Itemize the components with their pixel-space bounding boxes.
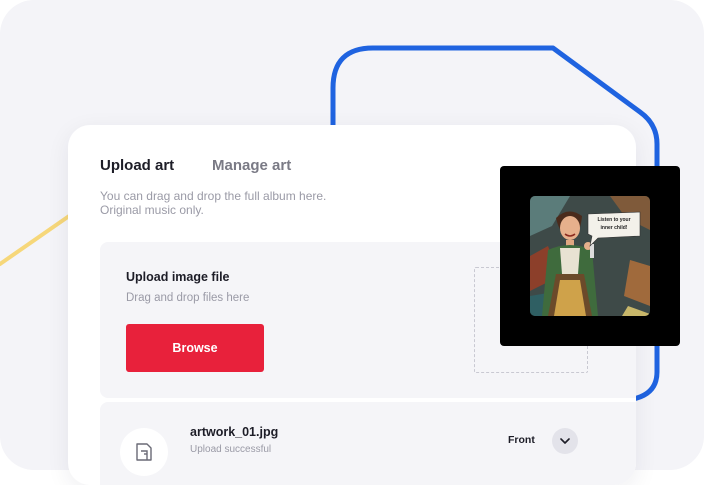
tab-upload-art[interactable]: Upload art xyxy=(100,157,174,174)
file-name: artwork_01.jpg xyxy=(190,425,279,439)
upload-subtitle: Drag and drop files here xyxy=(126,292,250,304)
uploaded-file-row: artwork_01.jpg Upload successful Front xyxy=(100,402,636,485)
album-artwork-image: Listen to your inner child! xyxy=(530,196,650,316)
image-file-icon xyxy=(120,428,168,476)
svg-text:inner child!: inner child! xyxy=(601,225,628,231)
artwork-preview: Listen to your inner child! xyxy=(500,166,680,346)
chevron-down-icon[interactable] xyxy=(552,428,578,454)
upload-hint: You can drag and drop the full album her… xyxy=(100,189,460,217)
upload-title: Upload image file xyxy=(126,270,230,284)
hint-line-2: Original music only. xyxy=(100,203,204,217)
hint-line-1: You can drag and drop the full album her… xyxy=(100,189,327,203)
browse-button[interactable]: Browse xyxy=(126,324,264,372)
svg-text:Listen to your: Listen to your xyxy=(597,217,630,223)
art-side-label: Front xyxy=(508,434,535,446)
file-status: Upload successful xyxy=(190,444,272,455)
tab-manage-art[interactable]: Manage art xyxy=(212,157,291,174)
